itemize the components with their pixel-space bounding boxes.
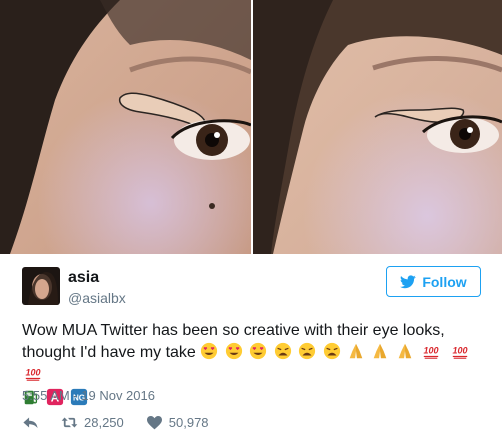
hundred-points-emoji-icon: 100 — [452, 346, 467, 359]
hundred-text: 100 — [424, 346, 439, 356]
retweet-button[interactable]: 28,250 — [61, 415, 124, 430]
retweet-count: 28,250 — [84, 415, 124, 430]
tweet-actions: 28,250 50,978 — [22, 415, 231, 430]
emoji-pray — [347, 343, 420, 361]
avatar[interactable] — [22, 267, 60, 305]
tweet-timestamp[interactable]: 5:55 AM - 19 Nov 2016 — [22, 388, 155, 403]
reply-icon — [23, 417, 38, 429]
heart-icon — [146, 416, 162, 430]
tweet-media[interactable] — [0, 0, 502, 254]
like-button[interactable]: 50,978 — [146, 415, 209, 430]
twitter-bird-icon — [400, 274, 417, 288]
follow-label: Follow — [422, 273, 467, 290]
tweet-text-line1: Wow MUA Twitter has been so creative wit… — [22, 322, 445, 339]
folded-hands-emoji-icon — [349, 343, 363, 359]
face-photo-left — [0, 0, 251, 254]
weary-face-emoji-icon — [274, 342, 291, 360]
like-count: 50,978 — [168, 415, 209, 430]
weary-face-emoji-icon — [298, 342, 316, 360]
emoji-heart-eyes — [200, 342, 273, 361]
heart-eyes-emoji-icon — [225, 342, 242, 360]
face-photo-right — [253, 0, 502, 254]
hundred-points-emoji-icon: 100 — [424, 346, 439, 359]
author-name[interactable]: asia — [68, 269, 99, 287]
retweet-icon — [61, 417, 78, 428]
folded-hands-emoji-icon — [374, 343, 387, 359]
photo-right[interactable] — [251, 0, 502, 254]
avatar-image — [22, 267, 60, 305]
hundred-text: 100 — [452, 346, 467, 356]
hundred-text: 100 — [25, 368, 40, 378]
reply-button[interactable] — [22, 415, 39, 430]
photo-left[interactable] — [0, 0, 251, 254]
author-handle[interactable]: @asialbx — [68, 290, 126, 306]
weary-face-emoji-icon — [323, 342, 340, 360]
heart-eyes-emoji-icon — [201, 342, 218, 360]
heart-eyes-emoji-icon — [250, 342, 267, 360]
tweet-text-line2: thought I'd have my take — [22, 344, 196, 361]
emoji-weary — [274, 342, 347, 361]
follow-button[interactable]: Follow — [386, 266, 481, 297]
hundred-points-emoji-icon: 100 — [25, 368, 41, 381]
folded-hands-emoji-icon — [398, 343, 412, 359]
tweet-text-line2-wrap: thought I'd have my take 100 100 100 — [22, 342, 492, 386]
